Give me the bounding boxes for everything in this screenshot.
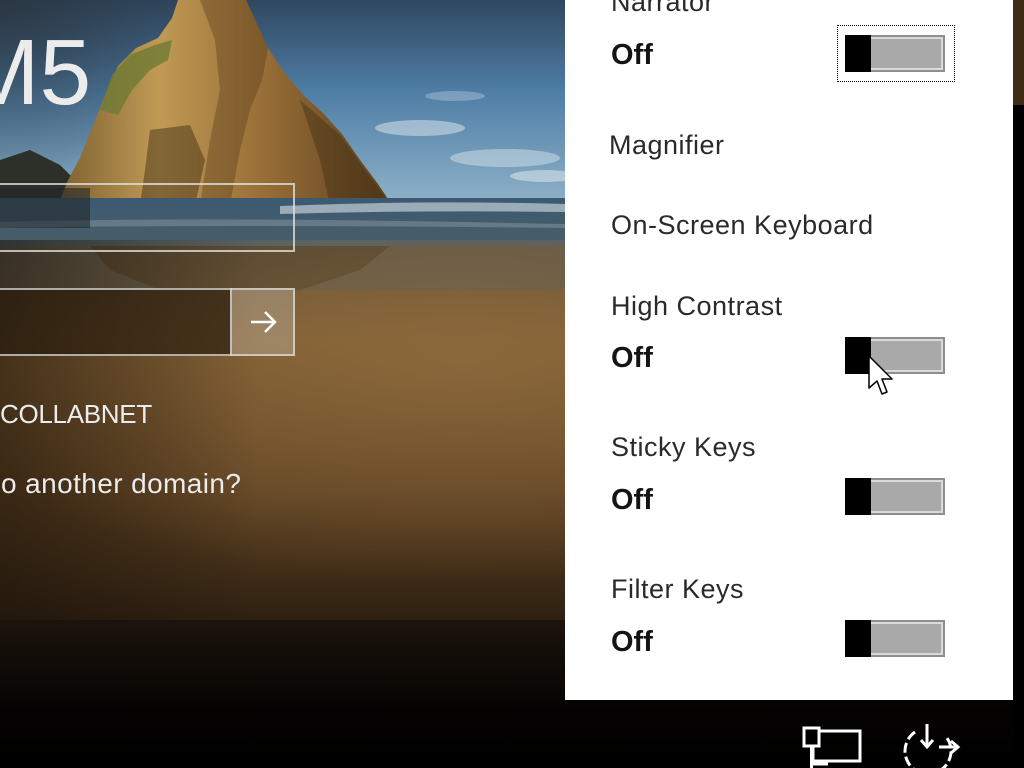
sticky-keys-label: Sticky Keys (611, 432, 757, 462)
domain-label: COLLABNET (0, 399, 152, 429)
magnifier-item[interactable]: Magnifier (609, 129, 725, 161)
filter-keys-state: Off (611, 626, 653, 658)
filter-keys-label: Filter Keys (611, 574, 745, 604)
high-contrast-label: High Contrast (611, 291, 783, 321)
toggle-thumb (845, 620, 871, 657)
focus-ring (837, 25, 955, 82)
arrow-right-icon (250, 311, 277, 333)
ease-of-access-icon (903, 724, 961, 768)
toggle-thumb (845, 478, 871, 515)
high-contrast-state: Off (611, 342, 653, 374)
narrator-toggle[interactable] (837, 25, 955, 82)
user-name: M5 (0, 20, 92, 124)
password-field[interactable] (0, 288, 232, 356)
narrator-label: Narrator (611, 0, 715, 17)
ease-of-access-button[interactable] (893, 720, 963, 768)
lock-screen: M5 COLLABNET o another domain? Narrator … (0, 0, 1024, 768)
high-contrast-toggle[interactable] (845, 337, 945, 374)
other-domain-link[interactable]: o another domain? (1, 468, 241, 500)
sticky-keys-toggle[interactable] (845, 478, 945, 515)
ease-of-access-panel: Narrator Off Magnifier On-Screen Keyboar… (565, 0, 1013, 700)
username-field[interactable] (0, 183, 295, 252)
mouse-cursor (868, 355, 894, 397)
network-icon (802, 726, 862, 768)
sticky-keys-state: Off (611, 484, 653, 516)
filter-keys-toggle[interactable] (845, 620, 945, 657)
submit-arrow-button[interactable] (230, 288, 295, 356)
on-screen-keyboard-item[interactable]: On-Screen Keyboard (611, 209, 874, 241)
narrator-state: Off (611, 39, 653, 71)
mouse-pointer-icon (868, 355, 893, 395)
network-button[interactable] (800, 722, 864, 768)
